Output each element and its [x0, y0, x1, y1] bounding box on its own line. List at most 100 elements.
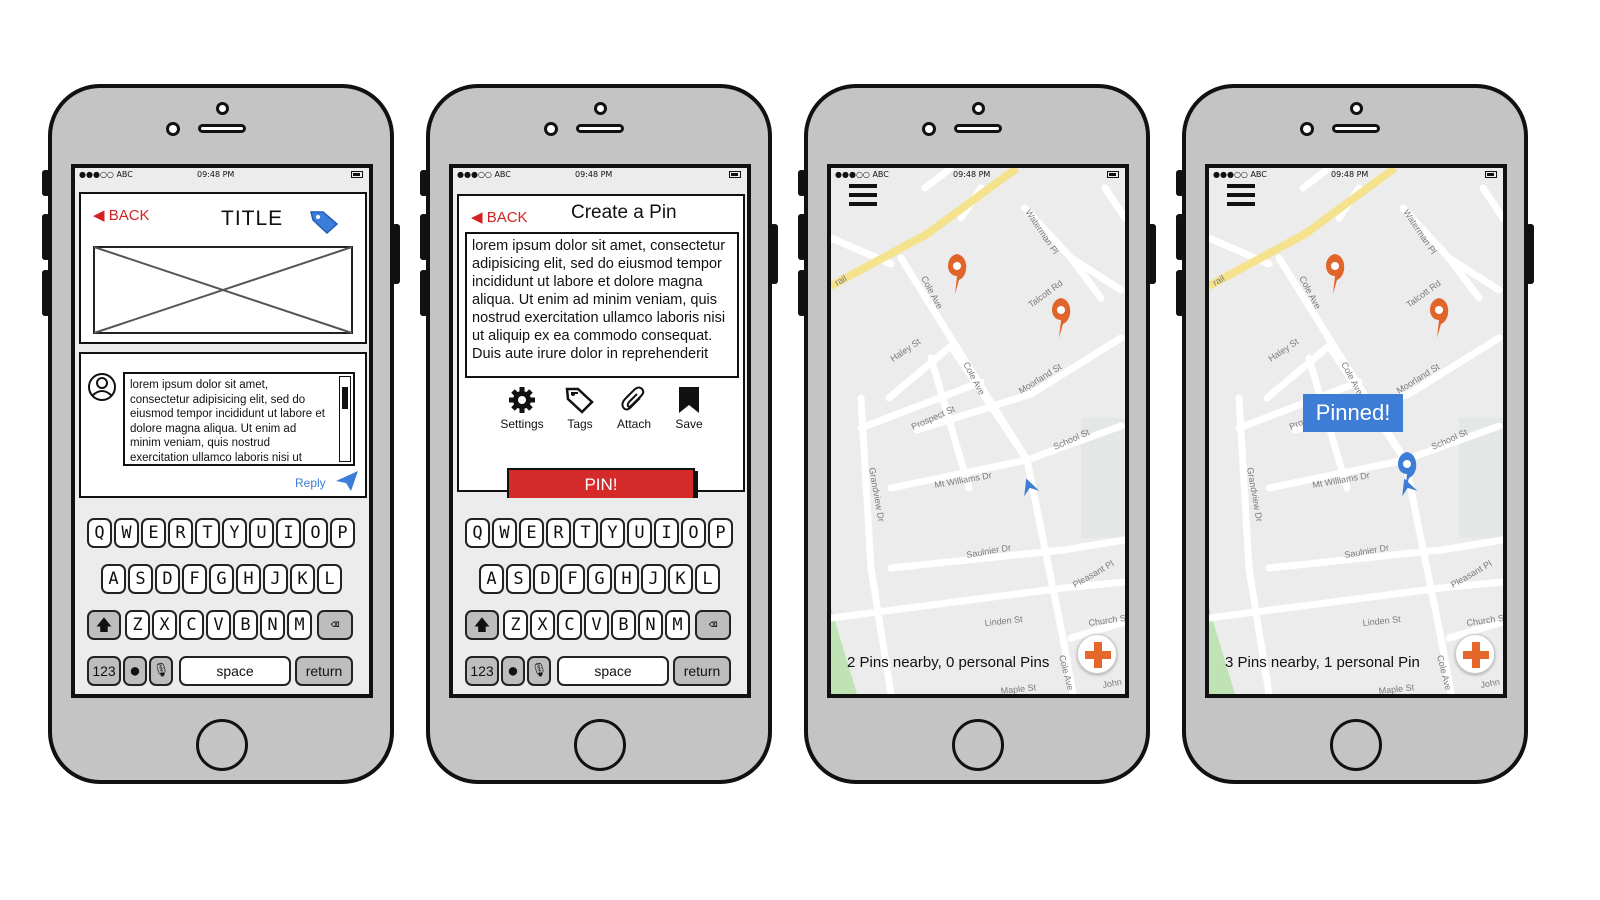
pin-button[interactable]: PIN! [507, 468, 695, 502]
key-p[interactable]: P [708, 518, 733, 548]
send-icon[interactable] [335, 470, 359, 492]
mic-key[interactable]: 🎙 [149, 656, 173, 686]
key-q[interactable]: Q [465, 518, 490, 548]
backspace-key[interactable]: ⌫ [317, 610, 353, 640]
key-u[interactable]: U [249, 518, 274, 548]
numbers-key[interactable]: 123 [465, 656, 499, 686]
key-v[interactable]: V [206, 610, 231, 640]
key-z[interactable]: Z [503, 610, 528, 640]
backspace-key[interactable]: ⌫ [695, 610, 731, 640]
key-h[interactable]: H [236, 564, 261, 594]
backspace-icon: ⌫ [708, 617, 718, 633]
key-m[interactable]: M [287, 610, 312, 640]
menu-icon[interactable] [849, 184, 877, 206]
key-h[interactable]: H [614, 564, 639, 594]
return-key[interactable]: return [295, 656, 353, 686]
key-t[interactable]: T [195, 518, 220, 548]
key-l[interactable]: L [317, 564, 342, 594]
map-canvas[interactable]: railCole AveCole AveHaley StProspect StM… [831, 168, 1125, 694]
key-w[interactable]: W [114, 518, 139, 548]
key-k[interactable]: K [668, 564, 693, 594]
key-j[interactable]: J [641, 564, 666, 594]
key-e[interactable]: E [141, 518, 166, 548]
key-n[interactable]: N [638, 610, 663, 640]
key-d[interactable]: D [155, 564, 180, 594]
speaker-icon [198, 124, 246, 133]
key-r[interactable]: R [168, 518, 193, 548]
home-button[interactable] [1330, 719, 1382, 771]
speaker-icon [1332, 124, 1380, 133]
carrier-label: ●●●○○ ABC [1213, 170, 1267, 179]
attach-button[interactable]: Attach [604, 386, 664, 431]
key-v[interactable]: V [584, 610, 609, 640]
key-c[interactable]: C [557, 610, 582, 640]
space-key[interactable]: space [179, 656, 291, 686]
shift-key[interactable]: 🡅 [87, 610, 121, 640]
return-key[interactable]: return [673, 656, 731, 686]
key-s[interactable]: S [128, 564, 153, 594]
comment-textarea[interactable]: lorem ipsum dolor sit amet, consectetur … [123, 372, 355, 466]
key-p[interactable]: P [330, 518, 355, 548]
key-u[interactable]: U [627, 518, 652, 548]
key-y[interactable]: Y [222, 518, 247, 548]
pin-body-textarea[interactable]: lorem ipsum dolor sit amet, consectetur … [465, 232, 739, 378]
space-key[interactable]: space [557, 656, 669, 686]
globe-key[interactable]: ● [501, 656, 525, 686]
shift-key[interactable]: 🡅 [465, 610, 499, 640]
key-g[interactable]: G [587, 564, 612, 594]
key-k[interactable]: K [290, 564, 315, 594]
numbers-key[interactable]: 123 [87, 656, 121, 686]
key-o[interactable]: O [681, 518, 706, 548]
save-button[interactable]: Save [659, 386, 719, 431]
key-l[interactable]: L [695, 564, 720, 594]
mic-key[interactable]: 🎙 [527, 656, 551, 686]
key-f[interactable]: F [182, 564, 207, 594]
key-r[interactable]: R [546, 518, 571, 548]
home-button[interactable] [196, 719, 248, 771]
back-button[interactable]: ◀ BACK [471, 208, 528, 226]
home-button[interactable] [574, 719, 626, 771]
key-q[interactable]: Q [87, 518, 112, 548]
globe-key[interactable]: ● [123, 656, 147, 686]
key-i[interactable]: I [654, 518, 679, 548]
chevron-left-icon: ◀ [93, 207, 109, 224]
key-z[interactable]: Z [125, 610, 150, 640]
camera-icon [922, 122, 936, 136]
key-w[interactable]: W [492, 518, 517, 548]
back-button[interactable]: ◀ BACK [93, 206, 150, 224]
key-m[interactable]: M [665, 610, 690, 640]
key-i[interactable]: I [276, 518, 301, 548]
key-c[interactable]: C [179, 610, 204, 640]
reply-button[interactable]: Reply [295, 476, 326, 490]
key-o[interactable]: O [303, 518, 328, 548]
key-b[interactable]: B [233, 610, 258, 640]
key-f[interactable]: F [560, 564, 585, 594]
add-pin-button[interactable] [1077, 634, 1117, 674]
home-button[interactable] [952, 719, 1004, 771]
key-t[interactable]: T [573, 518, 598, 548]
add-pin-button[interactable] [1455, 634, 1495, 674]
comment-scrollbar[interactable] [339, 376, 351, 462]
key-d[interactable]: D [533, 564, 558, 594]
map-view[interactable]: railCole AveCole AveHaley StProspect StM… [831, 168, 1125, 694]
pinned-toast: Pinned! [1303, 394, 1403, 432]
key-x[interactable]: X [530, 610, 555, 640]
key-s[interactable]: S [506, 564, 531, 594]
key-x[interactable]: X [152, 610, 177, 640]
key-b[interactable]: B [611, 610, 636, 640]
post-card: ◀ BACK TITLE [79, 192, 367, 344]
key-a[interactable]: A [479, 564, 504, 594]
key-a[interactable]: A [101, 564, 126, 594]
menu-icon[interactable] [1227, 184, 1255, 206]
key-j[interactable]: J [263, 564, 288, 594]
clock-label: 09:48 PM [1331, 170, 1369, 179]
keyboard: Q W E R T Y U I O P A S D F G H J K L 🡅 Z X C V B N M ⌫ 123 ● 🎙 space re… [453, 498, 747, 694]
key-y[interactable]: Y [600, 518, 625, 548]
scrollbar-thumb[interactable] [342, 387, 348, 409]
settings-button[interactable]: Settings [492, 386, 552, 431]
tag-icon[interactable] [309, 208, 341, 234]
key-e[interactable]: E [519, 518, 544, 548]
key-n[interactable]: N [260, 610, 285, 640]
tags-button[interactable]: Tags [550, 386, 610, 431]
key-g[interactable]: G [209, 564, 234, 594]
